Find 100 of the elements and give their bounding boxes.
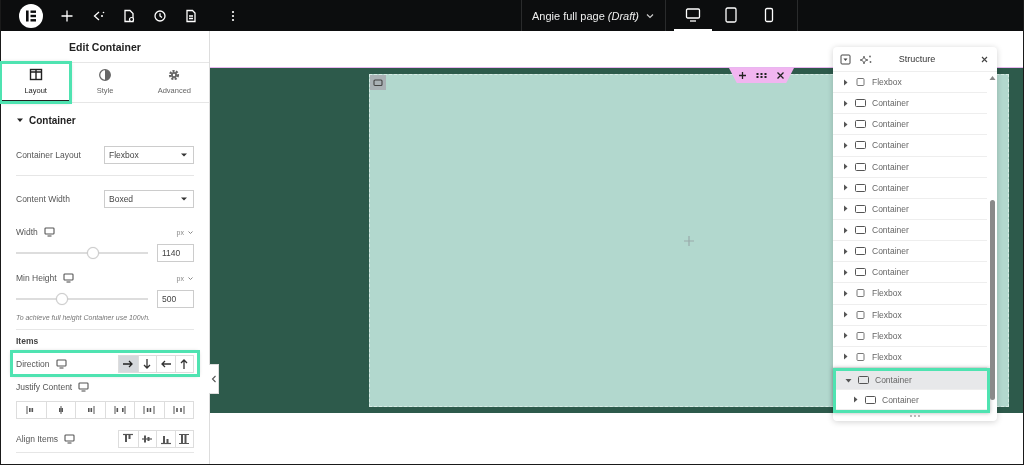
structure-item[interactable]: Flexbox xyxy=(833,325,987,347)
caret-icon xyxy=(842,120,849,128)
field-label: Direction xyxy=(16,358,50,369)
option-button[interactable] xyxy=(119,355,138,372)
monitor-icon[interactable] xyxy=(64,433,76,444)
resize-grip-icon[interactable] xyxy=(909,414,921,418)
structure-item[interactable]: Flexbox xyxy=(833,346,987,368)
dropdown[interactable]: Boxed xyxy=(104,190,194,208)
container-icon xyxy=(855,225,866,236)
structure-item[interactable]: Container xyxy=(836,390,987,410)
square-icon xyxy=(855,77,866,88)
structure-item[interactable]: Container xyxy=(836,370,987,391)
chevron-down-icon xyxy=(187,274,194,282)
panel-title: Structure xyxy=(897,54,937,64)
container-handle[interactable] xyxy=(370,75,386,90)
container-icon xyxy=(855,98,866,109)
container-icon xyxy=(865,394,876,405)
close-icon[interactable] xyxy=(776,71,785,80)
square-icon xyxy=(855,330,866,341)
structure-item[interactable]: Container xyxy=(833,198,987,220)
caret-icon xyxy=(16,116,24,124)
caret-icon xyxy=(852,396,859,404)
chevron-down-icon xyxy=(187,228,194,236)
structure-item[interactable]: Container xyxy=(833,156,987,178)
container-icon xyxy=(855,267,866,278)
container-icon xyxy=(855,203,866,214)
caret-icon xyxy=(180,195,188,203)
group-heading: Items xyxy=(16,336,40,346)
structure-item[interactable]: Flexbox xyxy=(833,304,987,326)
square-icon xyxy=(855,351,866,362)
field-label: Content Width xyxy=(16,194,71,204)
caret-icon xyxy=(842,311,849,319)
document-icon[interactable] xyxy=(184,8,198,23)
page-settings-icon[interactable] xyxy=(122,8,136,23)
container-icon xyxy=(858,375,869,386)
caret-icon xyxy=(842,268,849,276)
monitor-icon[interactable] xyxy=(55,358,67,369)
structure-item[interactable]: Container xyxy=(833,241,987,263)
section-toggle[interactable]: Container xyxy=(16,103,194,137)
alignment-icon xyxy=(177,431,192,446)
structure-item[interactable]: Container xyxy=(833,262,987,284)
container-icon xyxy=(373,78,383,87)
container-icon xyxy=(855,119,866,130)
drag-handle-icon[interactable] xyxy=(756,71,767,80)
caret-icon xyxy=(842,163,849,171)
columns-icon xyxy=(28,68,43,82)
caret-icon xyxy=(842,78,849,86)
container-icon xyxy=(855,182,866,193)
field-label: Align Items xyxy=(16,433,59,444)
structure-item[interactable]: Container xyxy=(833,93,987,115)
alignment-icon xyxy=(171,403,186,417)
structure-item[interactable]: Container xyxy=(833,177,987,199)
square-icon xyxy=(855,288,866,299)
monitor-icon[interactable] xyxy=(43,227,55,237)
dropdown[interactable]: Flexbox xyxy=(104,146,194,164)
caret-icon xyxy=(842,289,849,297)
structure-item[interactable]: Container xyxy=(833,114,987,136)
caret-icon xyxy=(842,99,849,107)
caret-icon xyxy=(842,332,849,340)
container-icon xyxy=(855,140,866,151)
structure-item[interactable]: Container xyxy=(833,135,987,157)
caret-icon xyxy=(842,247,849,255)
structure-item[interactable]: Flexbox xyxy=(833,72,987,94)
container-icon xyxy=(855,161,866,172)
monitor-icon[interactable] xyxy=(62,273,74,283)
structure-item[interactable]: Container xyxy=(833,220,987,242)
half-circle-icon xyxy=(98,68,112,82)
number-field[interactable]: 500 xyxy=(157,290,194,308)
chevron-left-icon xyxy=(210,375,217,383)
panel-title: Edit Container xyxy=(1,31,209,63)
alignment-icon xyxy=(112,403,127,417)
structure-item[interactable]: Flexbox xyxy=(833,283,987,305)
caret-icon xyxy=(842,226,849,234)
tablet-icon xyxy=(723,6,739,23)
field-label: Min Height xyxy=(16,273,57,283)
slider-thumb[interactable] xyxy=(56,293,69,305)
collapse-handle[interactable] xyxy=(209,364,219,394)
scrollbar-thumb[interactable] xyxy=(989,200,995,400)
document-title-menu[interactable]: Angie full page (Draft) xyxy=(521,0,666,31)
history-icon[interactable] xyxy=(153,8,167,23)
collapse-all-icon[interactable] xyxy=(840,53,851,65)
plus-icon[interactable] xyxy=(738,71,747,80)
alignment-icon xyxy=(142,403,157,417)
slider-thumb[interactable] xyxy=(86,247,99,259)
container-icon xyxy=(855,246,866,257)
gear-icon xyxy=(167,68,182,82)
caret-icon xyxy=(842,353,849,361)
caret-icon xyxy=(842,205,849,213)
monitor-icon[interactable] xyxy=(78,381,90,392)
field-label: Container Layout xyxy=(16,150,82,160)
caret-icon xyxy=(845,376,852,384)
scroll-up-icon[interactable] xyxy=(988,75,996,81)
logo-icon[interactable] xyxy=(19,3,43,28)
number-field[interactable]: 1140 xyxy=(157,244,194,262)
square-icon xyxy=(855,309,866,320)
field-label: Width xyxy=(16,227,38,237)
caret-icon xyxy=(842,142,849,149)
field-label: Justify Content xyxy=(16,381,73,392)
close-icon[interactable] xyxy=(980,54,989,64)
caret-icon xyxy=(180,151,188,159)
